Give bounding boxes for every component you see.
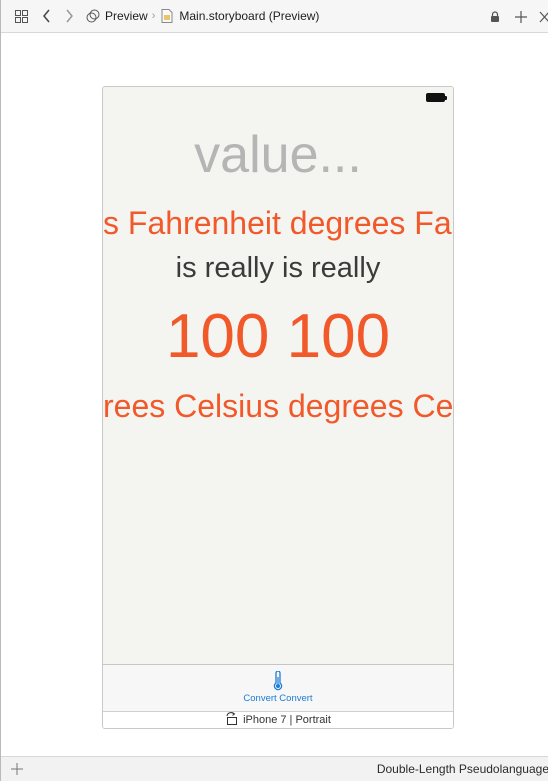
is-really-label: is really is really — [175, 252, 381, 284]
storyboard-file-icon — [159, 8, 175, 24]
battery-icon — [426, 93, 447, 102]
breadcrumb-preview[interactable]: Preview — [105, 9, 148, 23]
fahrenheit-label: s Fahrenheit degrees Fah — [103, 205, 453, 241]
breadcrumb-storyboard[interactable]: Main.storyboard (Preview) — [179, 9, 319, 23]
rotate-icon[interactable] — [225, 712, 239, 728]
tab-bar: Convert Convert — [103, 664, 453, 711]
add-icon[interactable] — [513, 9, 529, 25]
device-preview[interactable]: value... s Fahrenheit degrees Fah is rea… — [102, 86, 454, 729]
celsius-label: rees Celsius degrees Ce — [103, 388, 453, 424]
breadcrumb-separator: › — [151, 10, 156, 22]
language-selector[interactable]: Double-Length Pseudolanguage — [377, 762, 548, 776]
grid-icon[interactable] — [13, 8, 29, 24]
close-icon[interactable] — [539, 9, 548, 25]
back-arrow-icon[interactable] — [39, 8, 55, 24]
celsius-value-label: 100 100 — [165, 302, 391, 369]
preview-icon — [85, 8, 101, 24]
preview-window: Preview › Main.storyboard (Preview) valu… — [0, 0, 548, 781]
jumpbar-actions — [487, 0, 548, 33]
device-orientation-label: iPhone 7 | Portrait — [243, 714, 331, 726]
forward-arrow-icon[interactable] — [61, 8, 77, 24]
thermometer-icon — [272, 671, 284, 691]
device-screen: value... s Fahrenheit degrees Fah is rea… — [103, 87, 453, 664]
bottom-bar: Double-Length Pseudolanguage — [1, 756, 548, 781]
add-device-button[interactable] — [9, 759, 25, 777]
tab-convert-label: Convert Convert — [243, 693, 313, 704]
tab-convert[interactable]: Convert Convert — [103, 665, 453, 712]
preview-canvas: value... s Fahrenheit degrees Fah is rea… — [1, 34, 548, 756]
value-label: value... — [194, 126, 362, 184]
device-config-label[interactable]: iPhone 7 | Portrait — [103, 711, 453, 728]
lock-icon[interactable] — [487, 9, 503, 25]
jump-bar: Preview › Main.storyboard (Preview) — [1, 0, 548, 33]
